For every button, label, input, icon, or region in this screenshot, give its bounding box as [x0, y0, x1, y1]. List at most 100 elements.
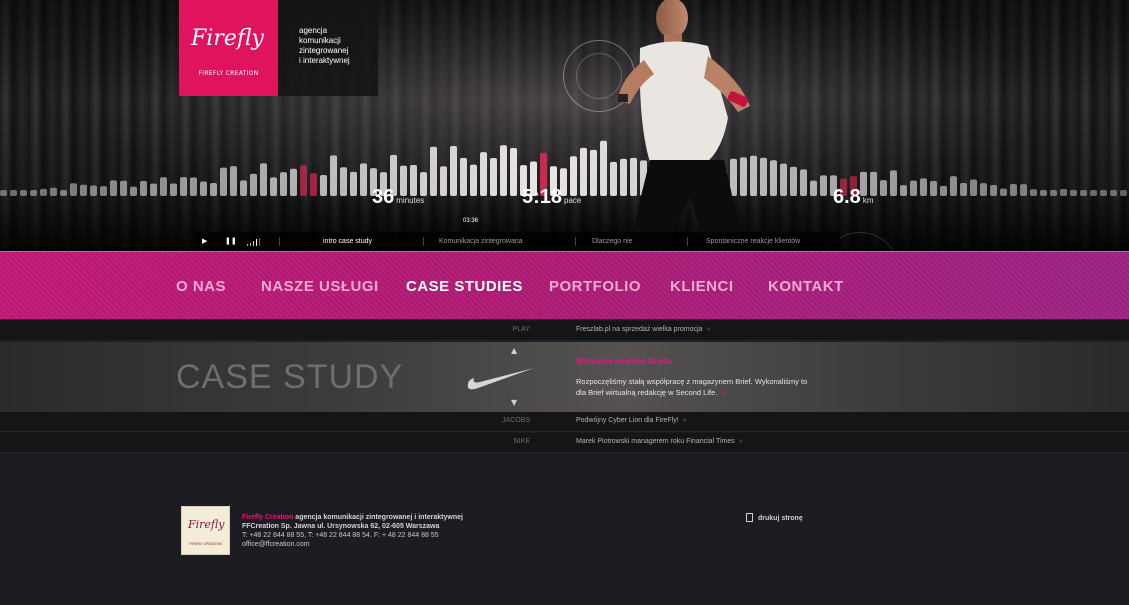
- chapter-spontaniczne[interactable]: Spontaniczne reakcje klientów: [706, 232, 800, 251]
- arrow-icon: »: [706, 326, 711, 333]
- nav-item-case-studies[interactable]: CASE STUDIES: [406, 278, 523, 295]
- equalizer-bar: [260, 163, 267, 196]
- equalizer-bar: [20, 190, 27, 196]
- equalizer-bar: [480, 152, 487, 196]
- chapter-komunikacja[interactable]: Komunikacja zintegrowana: [439, 232, 523, 251]
- equalizer-bar: [1040, 190, 1047, 196]
- read-more-icon[interactable]: »: [720, 388, 724, 397]
- divider: [423, 237, 424, 246]
- footer-logo-script: Firefly: [188, 518, 225, 531]
- equalizer-bar: [460, 157, 467, 196]
- row-brand: PLAY: [512, 326, 530, 333]
- row-title[interactable]: Marek Piotrowski managerem roku Financia…: [576, 438, 743, 445]
- footer-logo[interactable]: Firefly FIREFLY CREATION: [181, 506, 230, 555]
- equalizer-bar: [1070, 189, 1077, 196]
- equalizer-bar: [160, 177, 167, 196]
- logo[interactable]: Firefly FIREFLY CREATION: [179, 0, 278, 96]
- equalizer-bar: [130, 186, 137, 196]
- row-title[interactable]: Podwójny Cyber Lion dla FireFly!»: [576, 417, 687, 424]
- featured-title[interactable]: Wirtualna siedziba Briefu: [576, 357, 672, 366]
- company-address: FFCreation Sp. Jawna ul. Ursynowska 62, …: [242, 523, 440, 530]
- equalizer-bar: [240, 180, 247, 196]
- equalizer-bar: [1020, 184, 1027, 196]
- nav-item-klienci[interactable]: KLIENCI: [670, 278, 734, 295]
- stat-value: 5:18: [522, 186, 563, 208]
- case-study-row[interactable]: NIKE Marek Piotrowski managerem roku Fin…: [0, 433, 1129, 453]
- tagline-line: zintegrowanej: [299, 46, 349, 55]
- print-link[interactable]: drukuj stronę: [746, 513, 803, 522]
- row-title-text: Freszlab.pl na sprzedaż wielka promocja: [576, 326, 703, 333]
- company-desc: agencja komunikacji zintegrowanej i inte…: [293, 514, 463, 521]
- equalizer-bar: [800, 169, 807, 196]
- nav-item-o-nas[interactable]: O NAS: [176, 278, 226, 295]
- equalizer-bar: [890, 170, 897, 196]
- equalizer-bar: [900, 185, 907, 196]
- divider: [687, 237, 688, 246]
- nav-item-nasze-uslugi[interactable]: NASZE USŁUGI: [261, 278, 379, 295]
- equalizer-bar: [110, 180, 117, 196]
- equalizer-bar: [990, 185, 997, 196]
- scroll-down-icon[interactable]: ▼: [511, 398, 517, 407]
- tagline-line: i interaktywnej: [299, 56, 350, 65]
- equalizer-bar: [290, 168, 297, 196]
- section-heading: CASE STUDY: [176, 358, 404, 396]
- play-icon[interactable]: ▶: [202, 232, 207, 251]
- stat-distance: 6.8 km: [833, 186, 873, 209]
- equalizer-bar: [100, 186, 107, 196]
- print-icon: [746, 513, 753, 522]
- equalizer-bar: [210, 183, 217, 196]
- equalizer-bar: [170, 183, 177, 196]
- stat-value: 36: [372, 186, 395, 208]
- company-info: Firefly Creation agencja komunikacji zin…: [242, 513, 463, 549]
- stat-unit: pace: [564, 196, 582, 205]
- tagline: agencja komunikacji zintegrowanej i inte…: [278, 0, 378, 96]
- equalizer-bar: [970, 179, 977, 196]
- equalizer-bar: [330, 155, 337, 196]
- footer-logo-subtitle: FIREFLY CREATION: [189, 542, 222, 546]
- chapter-dlaczego[interactable]: Dlaczego nie: [592, 232, 632, 251]
- equalizer-bar: [10, 190, 17, 196]
- stat-value: 6.8: [833, 186, 861, 208]
- equalizer-bar: [1100, 190, 1107, 196]
- nike-swoosh-icon: [467, 368, 534, 390]
- stat-unit: km: [862, 196, 874, 205]
- chapter-intro[interactable]: intro case study: [323, 232, 372, 251]
- equalizer-bar: [960, 182, 967, 196]
- case-study-row[interactable]: JACOBS Podwójny Cyber Lion dla FireFly!»: [0, 412, 1129, 432]
- volume-icon[interactable]: [247, 238, 261, 246]
- company-phones: T: +48 22 844 88 55, T: +48 22 844 88 54…: [242, 532, 439, 539]
- equalizer-bar: [180, 177, 187, 196]
- equalizer-bar: [250, 173, 257, 196]
- scroll-up-icon[interactable]: ▲: [511, 346, 517, 355]
- row-title[interactable]: Freszlab.pl na sprzedaż wielka promocja»: [576, 326, 710, 333]
- equalizer-bar: [1050, 190, 1057, 196]
- equalizer-bar: [80, 184, 87, 196]
- stat-unit: minutes: [396, 196, 425, 205]
- equalizer-bar: [90, 185, 97, 196]
- video-player-bar: ▶ ❚❚ intro case study Komunikacja zinteg…: [195, 232, 840, 251]
- equalizer-bar: [70, 183, 77, 196]
- logo-script: Firefly: [191, 26, 264, 51]
- equalizer-bar: [360, 163, 367, 196]
- equalizer-bar: [980, 183, 987, 196]
- runner-image: [618, 0, 750, 251]
- nav-item-kontakt[interactable]: KONTAKT: [768, 278, 844, 295]
- pause-icon[interactable]: ❚❚: [225, 232, 237, 251]
- equalizer-bar: [1120, 190, 1127, 196]
- equalizer-bar: [810, 180, 817, 196]
- equalizer-bar: [510, 148, 517, 196]
- equalizer-bar: [190, 177, 197, 196]
- equalizer-bar: [880, 180, 887, 196]
- equalizer-bar: [220, 167, 227, 196]
- equalizer-bar: [940, 185, 947, 196]
- equalizer-bar: [40, 188, 47, 196]
- equalizer-bar: [1030, 189, 1037, 196]
- equalizer-bar: [1080, 190, 1087, 196]
- equalizer-bar: [1000, 188, 1007, 196]
- equalizer-bar: [310, 173, 317, 196]
- case-study-row[interactable]: PLAY Freszlab.pl na sprzedaż wielka prom…: [0, 321, 1129, 341]
- stat-minutes: 36 minutes: [372, 186, 424, 209]
- nav-item-portfolio[interactable]: PORTFOLIO: [549, 278, 641, 295]
- company-email[interactable]: office@ffcreation.com: [242, 540, 463, 549]
- company-name: Firefly Creation: [242, 514, 294, 521]
